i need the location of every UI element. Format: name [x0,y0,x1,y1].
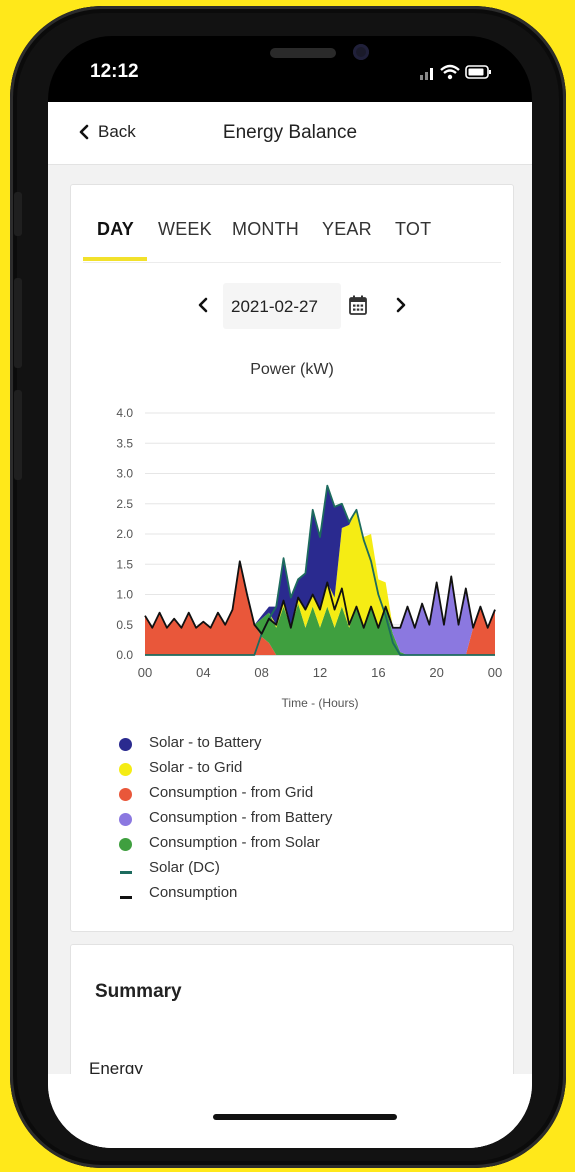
home-area [48,1074,532,1148]
x-tick-label: 12 [313,665,327,680]
screen: 12:12 Back Energy Balance DAY WEEK MONTH… [48,36,532,1148]
chart-title: Power (kW) [250,361,334,378]
tab-day[interactable]: DAY [97,219,134,240]
x-tick-label: 00 [138,665,152,680]
y-tick-label: 3.0 [116,467,133,481]
y-tick-label: 0.5 [116,618,133,632]
period-tabs: DAY WEEK MONTH YEAR TOT [71,185,513,263]
volume-up-button [14,278,22,368]
mute-switch [14,192,22,236]
status-bar: 12:12 [48,36,532,104]
legend-dot [119,738,132,751]
legend-label: Consumption - from Solar [149,834,320,851]
page-title: Energy Balance [222,122,358,143]
wifi-icon [440,64,460,80]
y-tick-label: 2.0 [116,527,133,541]
date-field[interactable]: 2021-02-27 [223,283,341,329]
x-tick-label: 04 [196,665,210,680]
battery-icon [465,65,491,79]
date-selector: 2021-02-27 [71,283,513,329]
x-tick-label: 00 [488,665,502,680]
legend-label: Consumption [149,884,238,901]
legend-label: Solar - to Battery [149,734,262,751]
legend-label: Solar (DC) [149,859,220,876]
y-tick-label: 1.5 [116,557,133,571]
power-chart: 0.0 0.5 1.0 1.5 2.0 2.5 3.0 3.5 4.0 00 04 08 12 16 20 0… [116,406,502,710]
legend-line [120,871,132,874]
legend-label: Consumption - from Grid [149,784,314,801]
volume-down-button [14,390,22,480]
tab-month[interactable]: MONTH [232,219,299,240]
y-tick-label: 2.5 [116,497,133,511]
tab-year[interactable]: YEAR [322,219,372,240]
tab-tot[interactable]: TOT [395,219,431,240]
legend-label: Solar - to Grid [149,759,243,776]
earpiece-speaker [270,48,336,58]
y-tick-label: 3.5 [116,436,133,450]
system-status-icons [420,64,491,80]
y-tick-label: 0.0 [116,648,133,662]
app-content: Back Energy Balance DAY WEEK MONTH YEAR … [48,102,532,1148]
phone-frame: 12:12 Back Energy Balance DAY WEEK MONTH… [10,6,566,1168]
y-tick-label: 1.0 [116,588,133,602]
legend-dot [119,813,132,826]
energy-chart-card: DAY WEEK MONTH YEAR TOT 2021-02-27 Power… [70,184,514,932]
front-camera [353,44,369,60]
navigation-bar: Back Energy Balance [48,102,532,165]
summary-title: Summary [95,981,182,1002]
signal-icon [420,68,433,80]
legend-dot [119,763,132,776]
x-axis-label: Time - (Hours) [282,696,359,710]
x-tick-label: 08 [254,665,268,680]
x-tick-label: 16 [371,665,385,680]
active-tab-indicator [83,257,147,261]
legend-label: Consumption - from Battery [149,809,333,826]
legend-line [120,896,132,899]
legend-dot [119,788,132,801]
calendar-icon[interactable] [349,295,367,315]
tab-week[interactable]: WEEK [158,219,212,240]
x-tick-label: 20 [429,665,443,680]
tab-divider [83,262,501,263]
status-time: 12:12 [90,61,139,82]
date-value: 2021-02-27 [231,297,318,316]
previous-date-icon[interactable] [197,297,209,313]
legend-dot [119,838,132,851]
y-tick-label: 4.0 [116,406,133,420]
next-date-icon[interactable] [395,297,407,313]
home-indicator[interactable] [213,1114,397,1120]
